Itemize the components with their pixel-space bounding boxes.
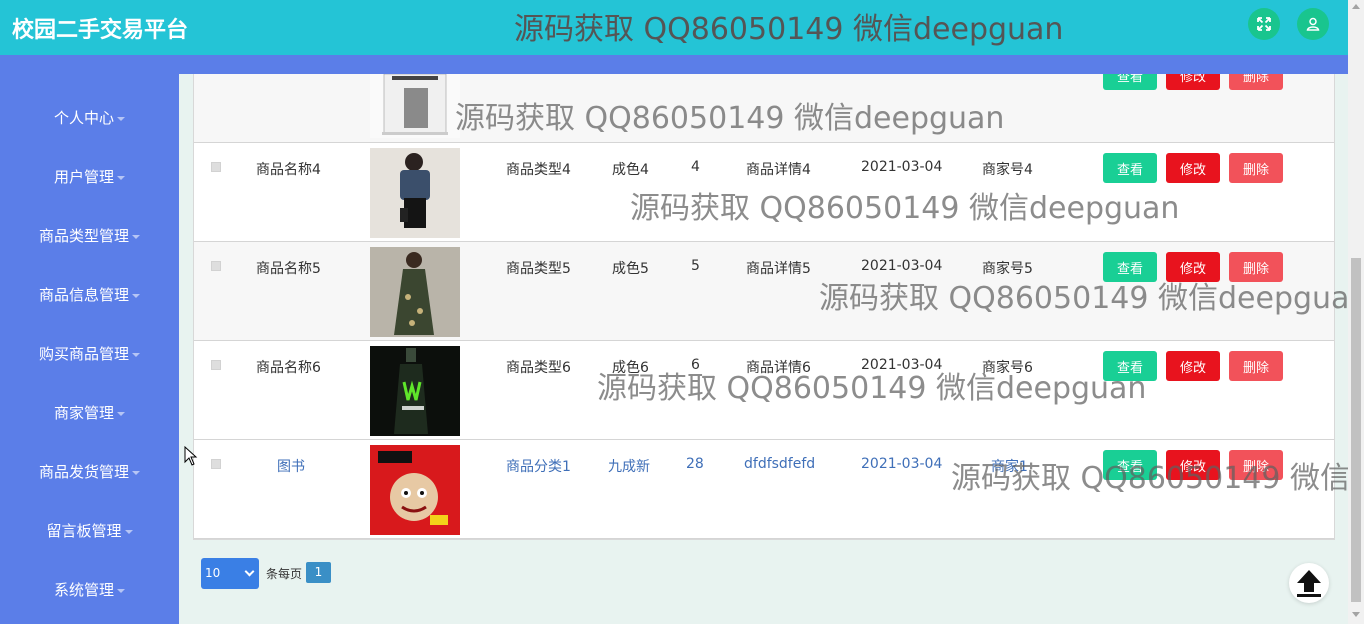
row-checkbox[interactable]	[211, 162, 221, 172]
page-size-value: 10	[205, 566, 221, 580]
watermark: 源码获取 QQ86050149 微信deepguan	[951, 461, 1364, 496]
watermark: 源码获取 QQ86050149 微信deepguan	[514, 12, 1064, 47]
chevron-down-icon	[124, 529, 133, 534]
product-price: 5	[691, 258, 700, 274]
product-detail: 商品详情4	[746, 162, 811, 178]
chevron-down-icon	[244, 566, 255, 577]
product-price: 28	[686, 456, 704, 472]
edit-button-label: 修改	[1179, 74, 1206, 85]
product-type: 商品分类1	[506, 459, 571, 475]
sidebar-item-merchants[interactable]: 商家管理	[0, 402, 179, 423]
product-name: 商品名称5	[256, 261, 321, 277]
row-checkbox[interactable]	[211, 261, 221, 271]
edit-button[interactable]: 修改	[1166, 153, 1220, 183]
header-underbar	[0, 55, 1348, 74]
sidebar-item-shipping[interactable]: 商品发货管理	[0, 461, 179, 482]
chevron-down-icon	[117, 411, 125, 416]
product-type: 商品类型5	[506, 261, 571, 277]
page-scrollbar[interactable]	[1348, 0, 1364, 624]
view-button-label: 查看	[1116, 162, 1143, 178]
sidebar-item-product-types[interactable]: 商品类型管理	[0, 225, 179, 246]
chevron-down-icon	[132, 352, 140, 357]
sidebar-item-personal-center[interactable]: 个人中心	[0, 107, 179, 128]
sidebar-item-users[interactable]: 用户管理	[0, 166, 179, 187]
view-button[interactable]: 查看	[1103, 74, 1157, 90]
scroll-down-arrow-icon[interactable]	[1352, 612, 1360, 617]
per-page-label: 条每页	[266, 567, 303, 581]
product-name: 图书	[277, 459, 305, 475]
chevron-down-icon	[132, 293, 140, 298]
chevron-down-icon	[117, 116, 125, 121]
sidebar-item-label: 商品类型管理	[38, 227, 129, 245]
arrow-up-icon	[1297, 570, 1321, 597]
watermark: 源码获取 QQ86050149 微信deepguan	[819, 281, 1364, 316]
watermark: 源码获取 QQ86050149 微信deepguan	[455, 101, 1005, 136]
sidebar-item-label: 个人中心	[53, 109, 114, 127]
product-condition: 成色4	[612, 162, 649, 178]
edit-button-label: 修改	[1179, 360, 1206, 376]
scroll-up-arrow-icon[interactable]	[1352, 4, 1360, 9]
product-image	[370, 148, 460, 238]
sidebar-item-purchases[interactable]: 购买商品管理	[0, 343, 179, 364]
scrollbar-thumb[interactable]	[1351, 258, 1361, 602]
row-checkbox[interactable]	[211, 459, 221, 469]
sidebar-item-system[interactable]: 系统管理	[0, 579, 179, 600]
product-name: 商品名称4	[256, 162, 321, 178]
product-price: 4	[691, 159, 700, 175]
back-to-top-button[interactable]	[1289, 563, 1329, 603]
user-icon[interactable]	[1297, 8, 1329, 40]
merchant-id: 商家号4	[982, 162, 1033, 178]
page-size-select[interactable]: 10	[201, 558, 259, 589]
delete-button[interactable]: 删除	[1229, 74, 1283, 90]
view-button-label: 查看	[1116, 74, 1143, 85]
watermark: 源码获取 QQ86050149 微信deepguan	[597, 371, 1147, 406]
view-button[interactable]: 查看	[1103, 153, 1157, 183]
delete-button-label: 删除	[1242, 74, 1269, 85]
edit-button[interactable]: 修改	[1166, 351, 1220, 381]
product-date: 2021-03-04	[861, 258, 943, 274]
edit-button-label: 修改	[1179, 162, 1206, 178]
chevron-down-icon	[117, 175, 125, 180]
fullscreen-icon[interactable]	[1248, 8, 1280, 40]
chevron-down-icon	[132, 234, 140, 239]
watermark: 源码获取 QQ86050149 微信deepguan	[630, 191, 1180, 226]
product-image	[370, 74, 460, 138]
product-date: 2021-03-04	[861, 159, 943, 175]
product-image	[370, 247, 460, 337]
product-detail: dfdfsdfefd	[744, 456, 816, 472]
sidebar-item-product-info[interactable]: 商品信息管理	[0, 284, 179, 305]
edit-button[interactable]: 修改	[1166, 74, 1220, 90]
product-detail: 商品详情5	[746, 261, 811, 277]
sidebar-item-label: 商家管理	[53, 404, 114, 422]
sidebar: 个人中心 用户管理 商品类型管理 商品信息管理 购买商品管理 商家管理 商品发货…	[0, 55, 179, 624]
mouse-cursor-icon	[184, 446, 198, 466]
product-type: 商品类型4	[506, 162, 571, 178]
product-image	[370, 445, 460, 535]
product-date: 2021-03-04	[861, 456, 943, 472]
product-image	[370, 346, 460, 436]
row-checkbox[interactable]	[211, 360, 221, 370]
delete-button[interactable]: 删除	[1229, 351, 1283, 381]
chevron-down-icon	[117, 588, 125, 593]
delete-button-label: 删除	[1242, 360, 1269, 376]
product-condition: 成色5	[612, 261, 649, 277]
delete-button-label: 删除	[1242, 162, 1269, 178]
app-title: 校园二手交易平台	[12, 18, 189, 43]
sidebar-item-label: 用户管理	[53, 168, 114, 186]
page-number-button[interactable]: 1	[306, 562, 331, 583]
sidebar-item-label: 系统管理	[53, 581, 114, 599]
sidebar-item-label: 商品发货管理	[38, 463, 129, 481]
product-type: 商品类型6	[506, 360, 571, 376]
product-name: 商品名称6	[256, 360, 321, 376]
sidebar-item-label: 商品信息管理	[38, 286, 129, 304]
sidebar-item-message-board[interactable]: 留言板管理	[0, 520, 179, 541]
sidebar-item-label: 购买商品管理	[38, 345, 129, 363]
delete-button[interactable]: 删除	[1229, 153, 1283, 183]
product-condition: 九成新	[608, 459, 650, 475]
chevron-down-icon	[132, 470, 140, 475]
sidebar-item-label: 留言板管理	[46, 522, 122, 540]
